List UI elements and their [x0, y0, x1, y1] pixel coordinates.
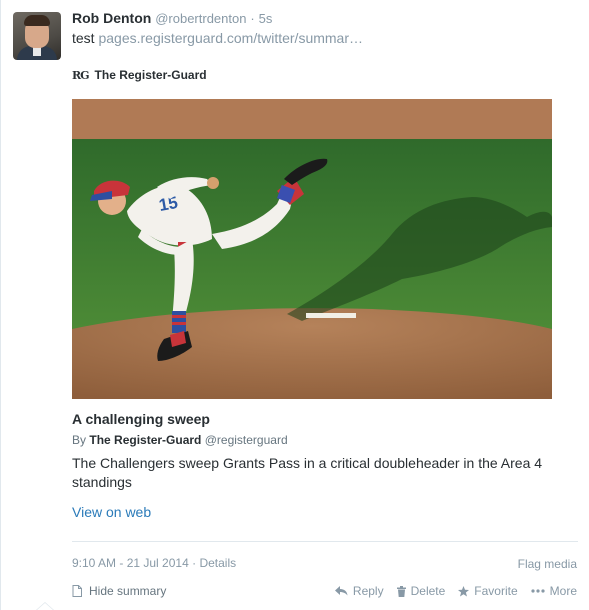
document-icon [72, 585, 82, 597]
details-link[interactable]: Details [199, 556, 236, 570]
divider [72, 541, 578, 542]
photo-pitching-rubber [306, 313, 356, 318]
star-icon [458, 585, 470, 596]
hide-summary-button[interactable]: Hide summary [72, 584, 166, 598]
tweet-actions: Reply Delete Favorite More [322, 584, 577, 598]
tweet-time[interactable]: 5s [259, 11, 273, 26]
hide-summary-label: Hide summary [89, 584, 167, 598]
favorite-label: Favorite [474, 584, 518, 598]
delete-button[interactable]: Delete [396, 584, 446, 598]
byline-handle[interactable]: @registerguard [205, 433, 288, 447]
photo-mound [72, 308, 552, 399]
more-dots-icon [531, 589, 545, 593]
view-on-web-link[interactable]: View on web [72, 504, 151, 520]
separator-dot: · [192, 556, 197, 570]
tweet-timestamp-row: 9:10 AM - 21 Jul 2014 · Details [72, 556, 236, 570]
reply-label: Reply [352, 584, 384, 598]
tweet-text: test pages.registerguard.com/twitter/sum… [72, 30, 363, 46]
tweet-text-body: test [72, 30, 95, 46]
publisher-name: The Register-Guard [94, 68, 207, 82]
card-byline: By The Register-Guard @registerguard [72, 433, 288, 447]
reply-button[interactable]: Reply [334, 584, 384, 598]
card-description: The Challengers sweep Grants Pass in a c… [72, 455, 543, 490]
card-photo[interactable]: 15 [72, 99, 552, 399]
tweet-timestamp[interactable]: 9:10 AM - 21 Jul 2014 [72, 556, 189, 570]
flag-media-link[interactable]: Flag media [518, 557, 577, 571]
delete-label: Delete [410, 584, 446, 598]
expand-caret-icon [36, 602, 54, 610]
tweet-header: Rob Denton @robertrdenton · 5s [72, 10, 272, 26]
more-label: More [549, 584, 577, 598]
author-username[interactable]: @robertrdenton [155, 11, 246, 26]
avatar-hair [24, 15, 50, 26]
card-title[interactable]: A challenging sweep [72, 411, 210, 427]
tweet-link[interactable]: pages.registerguard.com/twitter/summar… [98, 30, 363, 46]
photo-dirt-top [72, 99, 552, 141]
favorite-button[interactable]: Favorite [458, 584, 518, 598]
separator-dot: · [250, 11, 255, 26]
byline-by: By [72, 433, 87, 447]
trash-icon [396, 585, 406, 597]
publisher-logo-icon: RG [72, 68, 90, 82]
card-publisher[interactable]: RG The Register-Guard [72, 68, 207, 82]
author-fullname[interactable]: Rob Denton [72, 10, 151, 26]
reply-icon [334, 586, 348, 596]
avatar[interactable] [13, 12, 61, 60]
more-button[interactable]: More [531, 584, 577, 598]
tweet-card: Rob Denton @robertrdenton · 5s test page… [0, 0, 589, 610]
byline-name[interactable]: The Register-Guard [89, 433, 201, 447]
